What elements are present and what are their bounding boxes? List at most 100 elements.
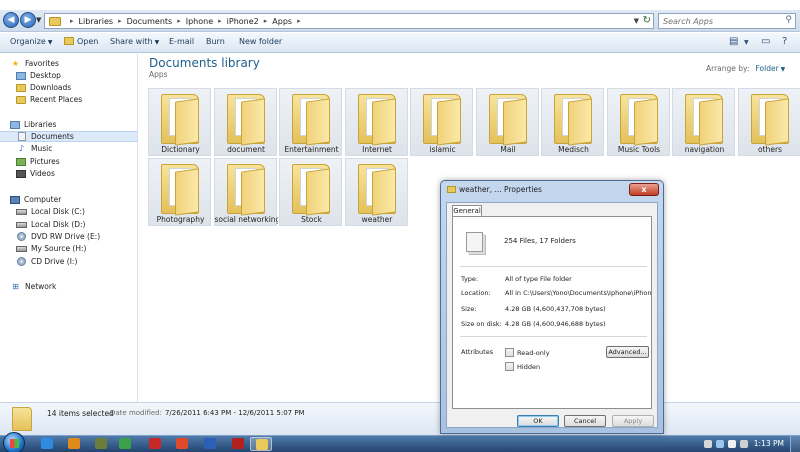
folder-tile[interactable]: Stock <box>279 158 342 226</box>
advanced-button[interactable]: Advanced... <box>606 346 649 358</box>
star-icon: ★ <box>11 59 20 68</box>
folder-name: Mail <box>500 145 516 154</box>
chevron-right-icon[interactable]: ▸ <box>118 17 122 25</box>
address-box[interactable]: ▸ Libraries ▸ Documents ▸ Iphone ▸ iPhon… <box>44 13 654 29</box>
burn-button[interactable]: Burn <box>206 37 225 46</box>
hidden-checkbox[interactable] <box>505 362 514 371</box>
nav-my-source[interactable]: My Source (H:) <box>16 243 153 254</box>
taskbar-app-button[interactable] <box>90 437 112 451</box>
selection-count: 14 items selected <box>47 409 114 418</box>
nav-desktop[interactable]: Desktop <box>16 70 153 81</box>
nav-favorites[interactable]: ★ Favorites <box>10 58 147 69</box>
search-input[interactable] <box>663 14 781 28</box>
new-folder-button[interactable]: New folder <box>239 37 282 46</box>
taskbar-app-button[interactable] <box>63 437 85 451</box>
music-icon: ♪ <box>18 144 25 153</box>
clock[interactable]: 1:13 PM <box>754 439 784 448</box>
taskbar-app-button[interactable] <box>144 437 166 451</box>
taskbar-app-button[interactable] <box>171 437 193 451</box>
nav-network[interactable]: ⊞ Network <box>10 281 147 292</box>
chevron-right-icon[interactable]: ▸ <box>177 17 181 25</box>
folder-tile[interactable]: Medisch <box>541 88 604 156</box>
breadcrumb-libraries[interactable]: Libraries <box>79 17 114 26</box>
nav-label: Desktop <box>30 71 61 80</box>
arrange-by-dropdown[interactable]: Folder <box>755 64 778 73</box>
organize-button[interactable]: Organize ▼ <box>10 37 52 46</box>
start-button[interactable] <box>3 432 25 452</box>
breadcrumb-iphone[interactable]: Iphone <box>186 17 213 26</box>
close-button[interactable]: x <box>629 183 659 196</box>
chevron-right-icon[interactable]: ▸ <box>297 17 301 25</box>
folder-tile[interactable]: document <box>213 88 277 156</box>
nav-computer[interactable]: Computer <box>10 194 147 205</box>
nav-local-d[interactable]: Local Disk (D:) <box>16 219 153 230</box>
nav-dvd-e[interactable]: DVD RW Drive (E:) <box>16 231 153 242</box>
taskbar-app-button[interactable] <box>227 437 249 451</box>
folder-tile[interactable]: weather <box>344 158 408 226</box>
chevron-down-icon[interactable]: ▼ <box>781 66 786 73</box>
apply-button[interactable]: Apply <box>612 415 654 427</box>
nav-downloads[interactable]: Downloads <box>16 82 153 93</box>
nav-documents[interactable]: Documents <box>0 131 137 142</box>
share-with-button[interactable]: Share with ▼ <box>110 37 159 46</box>
folder-tile[interactable]: islamic <box>410 88 473 156</box>
folder-icon <box>161 164 199 216</box>
help-icon[interactable]: ? <box>782 36 787 47</box>
ok-button[interactable]: OK <box>517 415 559 427</box>
file-summary: 254 Files, 17 Folders <box>504 237 576 245</box>
search-icon[interactable]: ⚲ <box>785 15 792 25</box>
chevron-right-icon[interactable]: ▸ <box>218 17 222 25</box>
readonly-checkbox[interactable] <box>505 348 514 357</box>
chevron-right-icon[interactable]: ▸ <box>264 17 268 25</box>
folder-tile[interactable]: Entertainment <box>279 88 342 156</box>
refresh-icon[interactable]: ↻ <box>643 15 651 26</box>
back-button[interactable]: ◀ <box>3 12 19 28</box>
recent-pages-dropdown[interactable]: ▼ <box>36 16 41 24</box>
breadcrumb-iphone2[interactable]: iPhone2 <box>227 17 259 26</box>
chrome-icon <box>176 438 188 449</box>
volume-icon[interactable] <box>740 440 748 448</box>
nav-libraries[interactable]: Libraries <box>10 119 147 130</box>
folder-tile[interactable]: Internet <box>344 88 408 156</box>
taskbar-app-button[interactable] <box>114 437 136 451</box>
date-modified-value: 7/26/2011 6:43 PM - 12/6/2011 5:07 PM <box>164 409 305 417</box>
change-view-icon[interactable]: ▤ <box>729 36 738 47</box>
taskbar-app-button[interactable] <box>36 437 58 451</box>
taskbar-app-button[interactable] <box>250 437 272 451</box>
email-button[interactable]: E-mail <box>169 37 194 46</box>
folder-tile[interactable]: Dictionary <box>148 88 211 156</box>
folder-tile[interactable]: social networking <box>213 158 278 226</box>
cancel-button[interactable]: Cancel <box>564 415 606 427</box>
folder-tile[interactable]: Music Tools <box>606 88 670 156</box>
open-button[interactable]: Open <box>64 37 98 46</box>
date-modified-label: Date modified: <box>110 409 162 417</box>
tray-arrow-icon[interactable] <box>704 440 712 448</box>
nav-videos[interactable]: Videos <box>16 168 153 179</box>
media-player-icon <box>68 438 80 449</box>
network-tray-icon[interactable] <box>716 440 724 448</box>
breadcrumb-apps[interactable]: Apps <box>272 17 292 26</box>
flag-tray-icon[interactable] <box>728 440 736 448</box>
pdf-icon <box>149 438 161 449</box>
view-dropdown-icon[interactable]: ▼ <box>744 39 749 46</box>
breadcrumb-documents[interactable]: Documents <box>127 17 173 26</box>
taskbar-app-button[interactable] <box>199 437 221 451</box>
attributes-label: Attributes <box>461 348 494 356</box>
nav-music[interactable]: ♪ Music <box>16 143 153 154</box>
address-dropdown-icon[interactable]: ▼ <box>634 17 639 25</box>
nav-cd-i[interactable]: CD Drive (I:) <box>16 256 153 267</box>
type-value: All of type File folder <box>505 275 572 283</box>
general-page: 254 Files, 17 Folders Type: All of type … <box>452 216 652 409</box>
dialog-titlebar[interactable]: weather, ... Properties x <box>441 181 663 199</box>
folder-tile[interactable]: navigation <box>672 88 735 156</box>
folder-tile[interactable]: others <box>737 88 800 156</box>
forward-button[interactable]: ▶ <box>20 12 36 28</box>
nav-pictures[interactable]: Pictures <box>16 156 153 167</box>
show-desktop-button[interactable] <box>790 436 800 452</box>
folder-tile[interactable]: Photography <box>148 158 211 226</box>
preview-pane-icon[interactable]: ▭ <box>761 36 770 47</box>
nav-local-c[interactable]: Local Disk (C:) <box>16 206 153 217</box>
nav-label: Computer <box>24 195 62 204</box>
folder-tile[interactable]: Mail <box>475 88 539 156</box>
nav-recent-places[interactable]: Recent Places <box>16 94 153 105</box>
